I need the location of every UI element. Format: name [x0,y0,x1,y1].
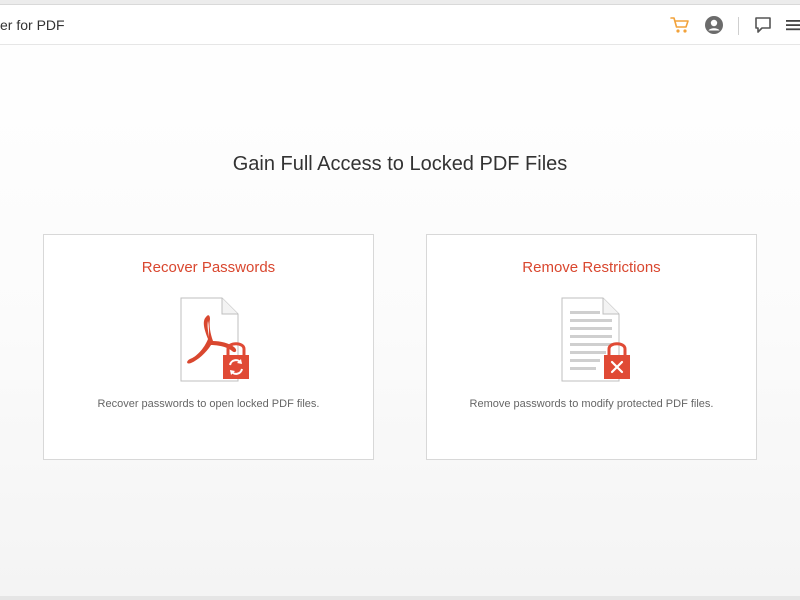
remove-restrictions-card[interactable]: Remove Restrictions Remove passwords to … [426,234,757,460]
page-headline: Gain Full Access to Locked PDF Files [232,153,568,175]
recover-passwords-card[interactable]: Recover Passwords Recover passwords to o… [43,234,374,460]
toolbar-divider [738,17,739,35]
pdf-lock-recover-icon [180,297,252,383]
document-lock-remove-icon [561,297,633,383]
recover-passwords-title: Recover Passwords [141,259,276,276]
title-bar: er for PDF [0,5,800,45]
bottom-edge [0,596,800,600]
menu-icon[interactable] [781,13,800,37]
feedback-icon[interactable] [751,13,775,37]
remove-restrictions-title: Remove Restrictions [522,259,661,276]
app-window: er for PDF Gain Full Access to Locked PD… [0,4,800,596]
user-icon[interactable] [702,13,726,37]
remove-restrictions-description: Remove passwords to modify protected PDF… [469,398,714,410]
app-title: er for PDF [0,17,65,33]
recover-passwords-description: Recover passwords to open locked PDF fil… [97,398,320,410]
cart-icon[interactable] [668,13,692,37]
